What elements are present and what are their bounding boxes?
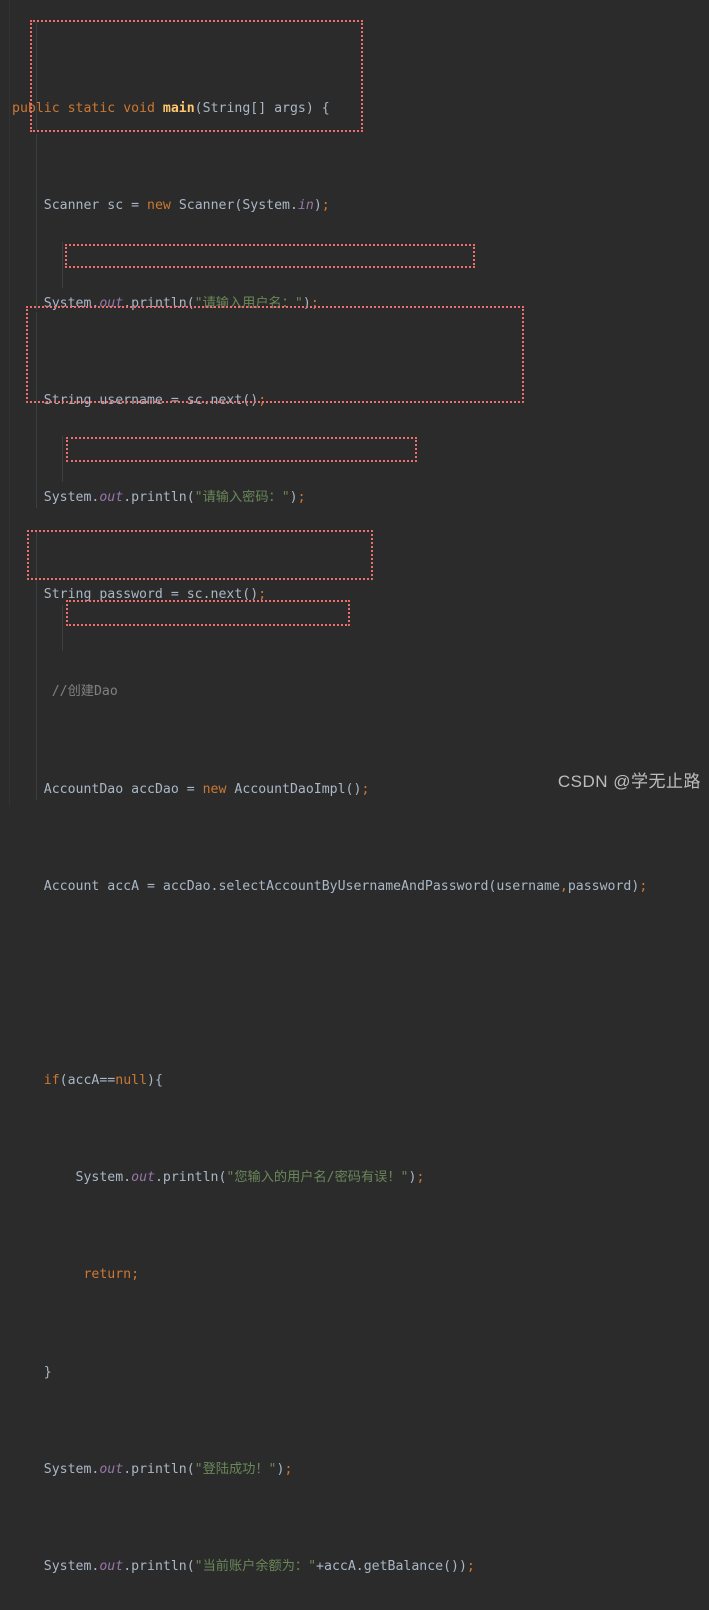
code-line[interactable]: if(accA==null){ — [0, 1069, 709, 1093]
code-line[interactable]: System.out.println("请输入密码："); — [0, 486, 709, 510]
code-block[interactable]: public static void main(String[] args) {… — [0, 0, 709, 1610]
code-line[interactable]: String password = sc.next(); — [0, 583, 709, 607]
code-line[interactable]: public static void main(String[] args) { — [0, 97, 709, 121]
code-line[interactable]: Account accA = accDao.selectAccountByUse… — [0, 875, 709, 899]
code-line[interactable]: System.out.println("当前账户余额为："+accA.getBa… — [0, 1555, 709, 1579]
code-line[interactable]: Scanner sc = new Scanner(System.in); — [0, 194, 709, 218]
code-editor[interactable]: public static void main(String[] args) {… — [0, 0, 709, 1574]
code-line[interactable]: System.out.println("登陆成功！"); — [0, 1458, 709, 1482]
code-line[interactable]: System.out.println("请输入用户名："); — [0, 292, 709, 316]
code-line[interactable]: //创建Dao — [0, 680, 709, 704]
code-line[interactable]: System.out.println("您输入的用户名/密码有误！"); — [0, 1166, 709, 1190]
code-line[interactable]: } — [0, 1361, 709, 1385]
code-line[interactable]: String username = sc.next(); — [0, 389, 709, 413]
code-line-blank[interactable] — [0, 972, 709, 996]
csdn-watermark: CSDN @学无止路 — [557, 772, 701, 791]
code-line[interactable]: return; — [0, 1263, 709, 1287]
